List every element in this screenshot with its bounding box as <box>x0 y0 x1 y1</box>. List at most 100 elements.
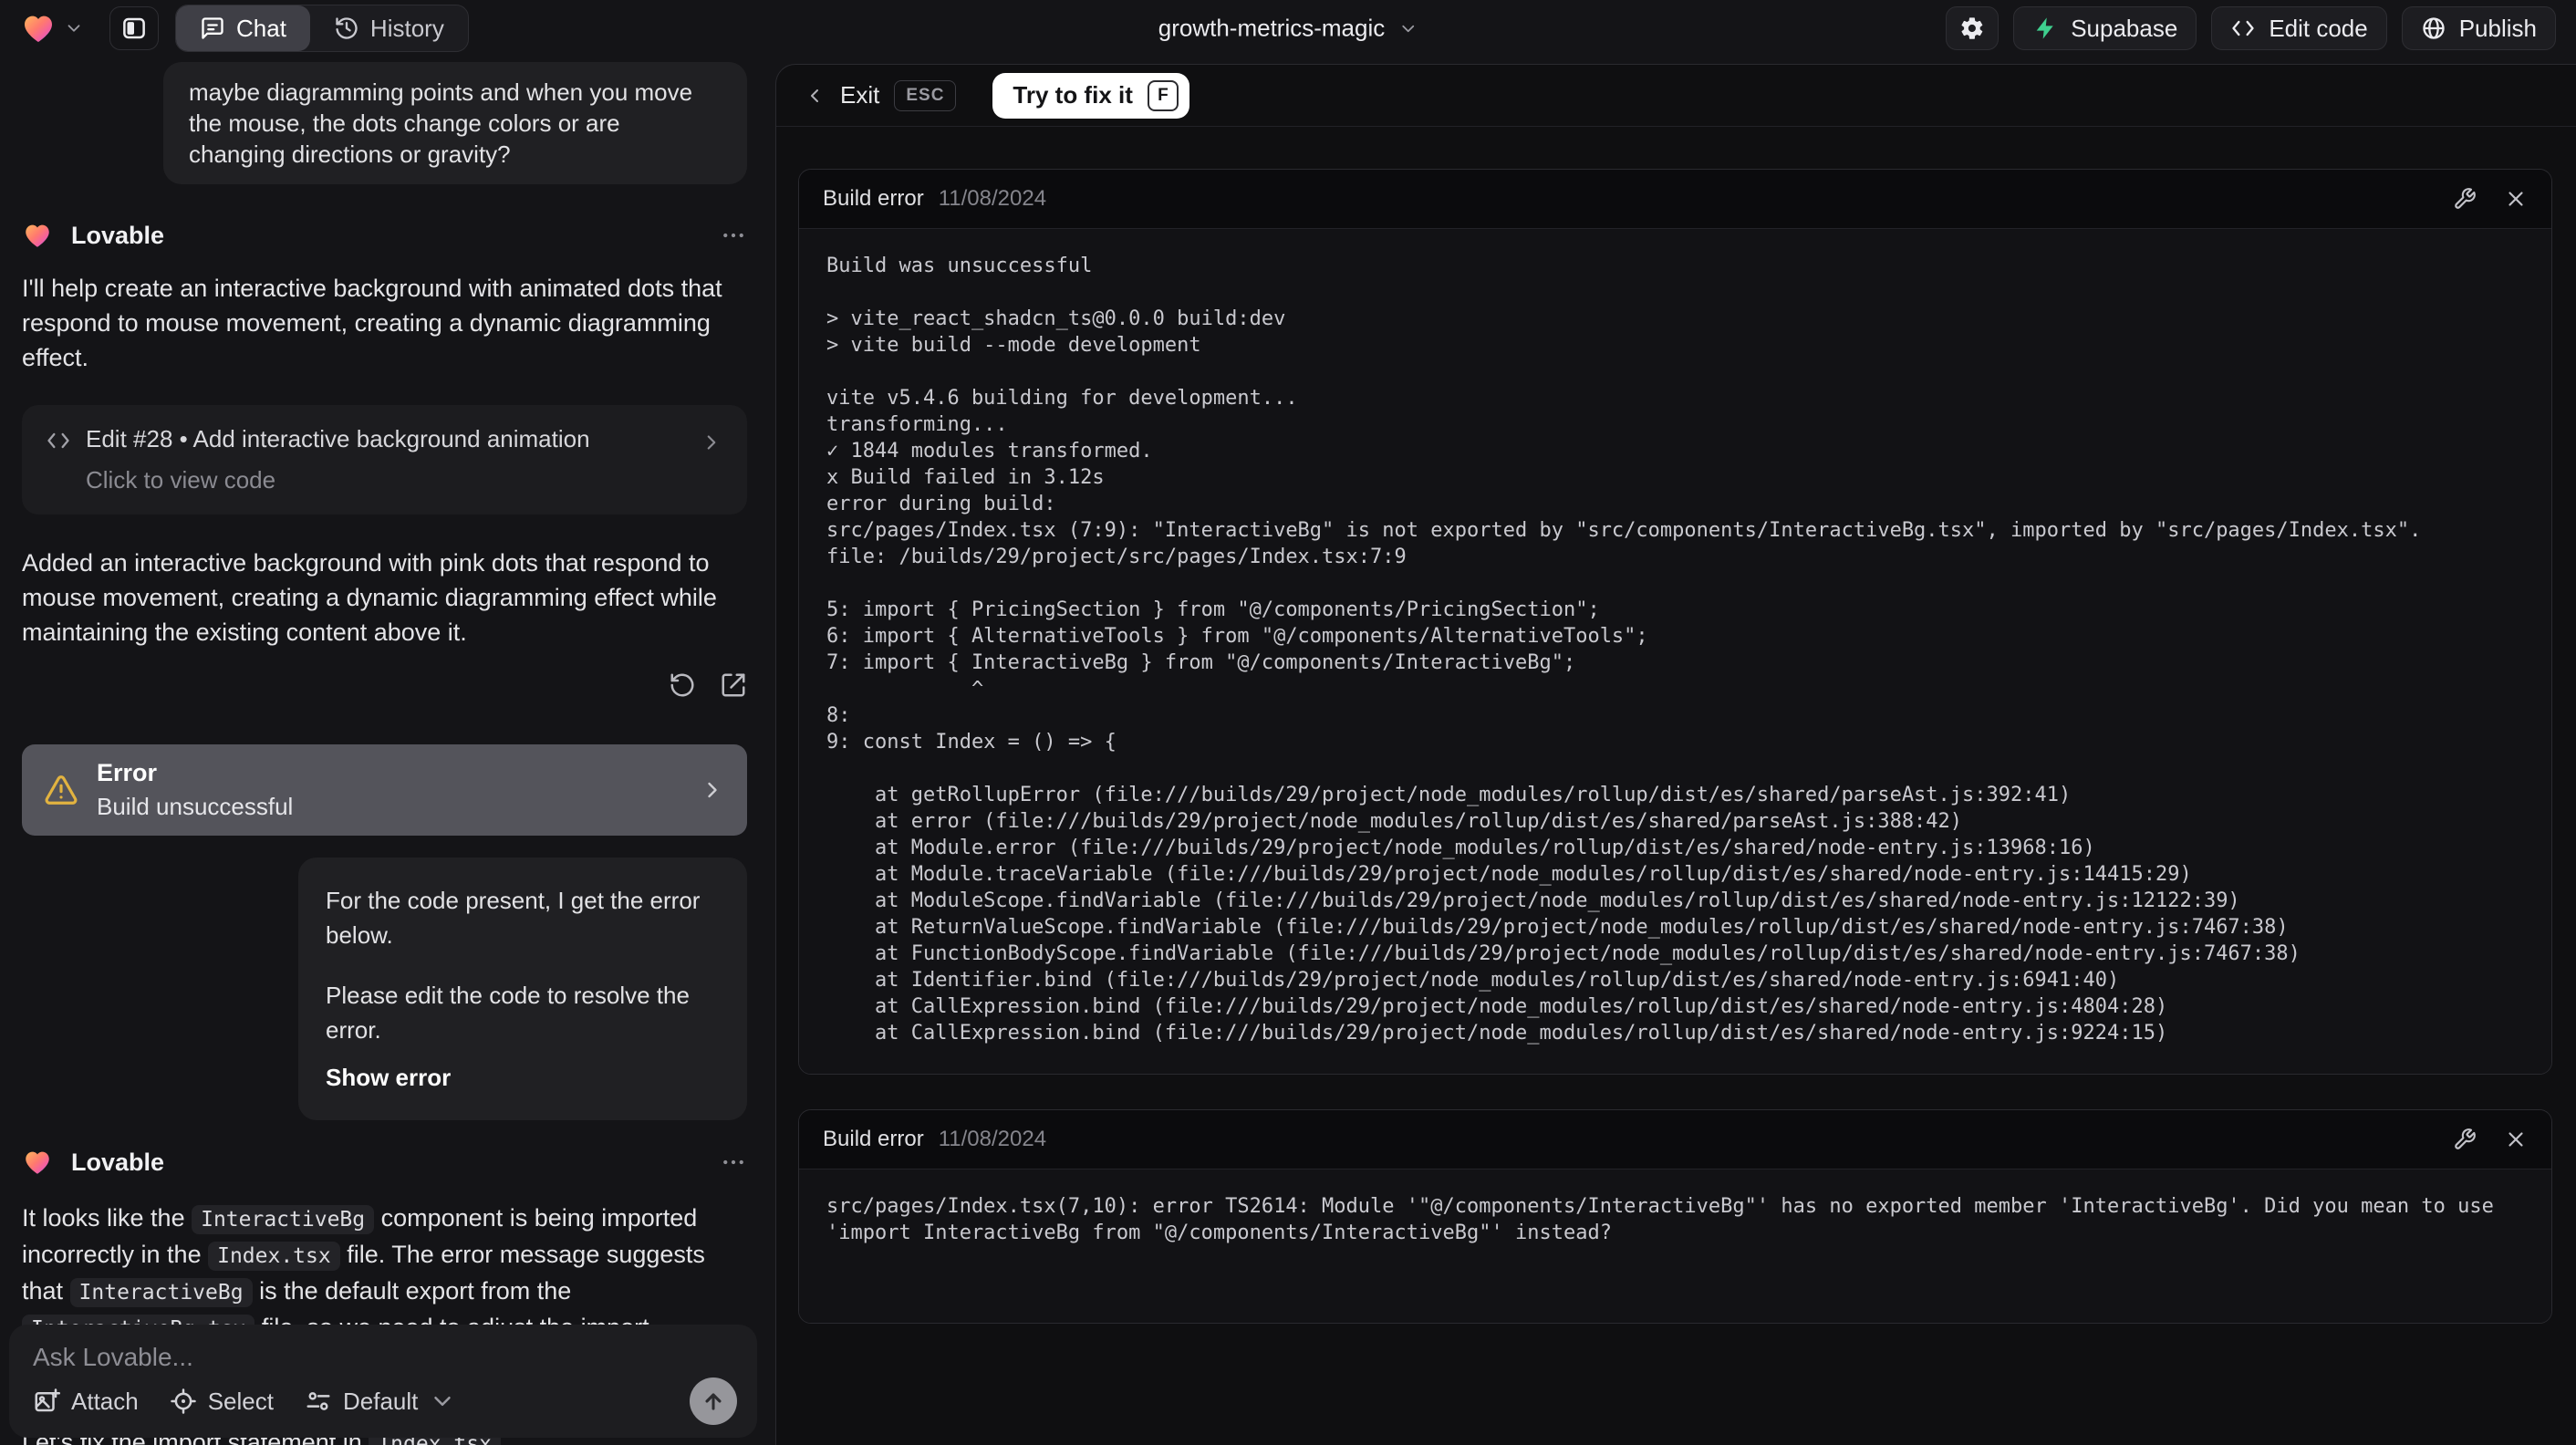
supabase-button[interactable]: Supabase <box>2013 6 2197 50</box>
attach-image-icon <box>33 1388 60 1415</box>
chevron-down-icon <box>64 18 84 38</box>
open-preview-icon[interactable] <box>720 671 747 699</box>
build-log-text: src/pages/Index.tsx(7,10): error TS2614:… <box>826 1195 2507 1244</box>
inline-code: InteractiveBg <box>192 1205 375 1234</box>
assistant-name: Lovable <box>71 1148 165 1176</box>
edit-card-content: Edit #28 • Add interactive background an… <box>86 425 700 494</box>
esc-key-badge: ESC <box>894 79 957 111</box>
edit-card-28[interactable]: Edit #28 • Add interactive background an… <box>22 405 747 515</box>
sliders-icon <box>305 1388 332 1415</box>
user-message-line: Please edit the code to resolve the erro… <box>326 982 690 1044</box>
code-brackets-icon <box>46 428 71 453</box>
message-actions <box>22 671 747 699</box>
publish-label: Publish <box>2458 14 2537 42</box>
settings-button[interactable] <box>1946 6 2000 50</box>
edit-code-button[interactable]: Edit code <box>2211 6 2387 50</box>
error-title: Error <box>97 759 158 786</box>
restore-icon[interactable] <box>669 671 696 699</box>
inline-code: Index.tsx <box>208 1242 340 1271</box>
build-error-log[interactable]: src/pages/Index.tsx(7,10): error TS2614:… <box>799 1170 2551 1323</box>
build-error-title: Build error <box>823 1127 924 1151</box>
tab-chat-label: Chat <box>236 14 286 42</box>
tab-history-label: History <box>369 14 444 42</box>
build-error-card[interactable]: Error Build unsuccessful <box>22 744 747 836</box>
build-error-panel-1: Build error 11/08/2024 Build was unsucce… <box>798 169 2552 1075</box>
chat-bubble-icon <box>200 16 225 41</box>
model-label: Default <box>342 1387 419 1415</box>
chevron-right-icon <box>700 431 723 454</box>
build-error-date: 11/08/2024 <box>938 186 1047 211</box>
user-message-line: For the code present, I get the error be… <box>326 887 701 949</box>
topbar: Chat History growth-metrics-magic Supaba… <box>0 0 2576 57</box>
f-key-badge: F <box>1147 79 1179 111</box>
show-error-link[interactable]: Show error <box>326 1060 720 1095</box>
build-error-header: Build error 11/08/2024 <box>799 1110 2551 1170</box>
assistant-header: Lovable <box>22 1147 747 1178</box>
try-fix-label: Try to fix it <box>1013 81 1133 109</box>
tab-history[interactable]: History <box>310 5 468 51</box>
project-switcher[interactable]: growth-metrics-magic <box>1158 15 1418 43</box>
history-icon <box>334 16 359 41</box>
target-icon <box>170 1388 197 1415</box>
build-error-panel-2: Build error 11/08/2024 src/pages/Index.t… <box>798 1109 2552 1324</box>
sidebar-panel-icon <box>120 15 148 42</box>
arrow-up-icon <box>701 1388 726 1414</box>
supabase-bolt-icon <box>2032 16 2058 41</box>
select-button[interactable]: Select <box>170 1388 274 1416</box>
build-error-actions <box>2453 187 2528 211</box>
chevron-left-icon <box>804 85 826 107</box>
lovable-logo-menu[interactable] <box>20 10 84 47</box>
tab-chat[interactable]: Chat <box>176 5 310 51</box>
build-error-list: Build error 11/08/2024 Build was unsucce… <box>776 127 2576 1324</box>
composer-actions: Attach Select Default <box>33 1377 737 1425</box>
chat-input[interactable]: Ask Lovable... <box>33 1343 737 1372</box>
wrench-icon[interactable] <box>2453 1128 2477 1151</box>
attach-label: Attach <box>71 1387 139 1415</box>
chat-scroll-area[interactable]: maybe diagramming points and when you mo… <box>0 57 763 1445</box>
warning-triangle-icon <box>44 773 78 807</box>
chevron-right-icon <box>700 777 725 803</box>
supabase-label: Supabase <box>2071 14 2178 42</box>
more-options-icon[interactable] <box>720 1149 747 1176</box>
edit-card-subtitle: Click to view code <box>86 466 276 494</box>
chevron-down-icon <box>1397 18 1418 38</box>
assistant-header: Lovable <box>22 220 747 251</box>
more-options-icon[interactable] <box>720 222 747 249</box>
topbar-actions: Supabase Edit code Publish <box>1946 6 2556 50</box>
lovable-heart-icon <box>22 1147 53 1178</box>
model-selector[interactable]: Default <box>305 1388 456 1416</box>
build-log-text: Build was unsuccessful > vite_react_shad… <box>826 255 2422 1045</box>
assistant-message: I'll help create an interactive backgrou… <box>22 275 722 371</box>
edit-code-label: Edit code <box>2269 14 2368 42</box>
build-error-actions <box>2453 1128 2528 1151</box>
gear-icon <box>1959 16 1985 41</box>
chat-composer[interactable]: Ask Lovable... Attach Select Default <box>9 1325 757 1438</box>
lovable-heart-icon <box>22 220 53 251</box>
error-subtitle: Build unsuccessful <box>97 793 294 820</box>
try-to-fix-button[interactable]: Try to fix it F <box>992 72 1189 119</box>
wrench-icon[interactable] <box>2453 187 2477 211</box>
build-error-title: Build error <box>823 186 924 211</box>
close-icon[interactable] <box>2504 187 2528 211</box>
send-button[interactable] <box>690 1377 737 1425</box>
exit-label: Exit <box>840 81 880 109</box>
exit-button[interactable]: Exit ESC <box>804 79 957 111</box>
user-message-wrap: For the code present, I get the error be… <box>22 858 747 1120</box>
publish-button[interactable]: Publish <box>2401 6 2556 50</box>
user-message: maybe diagramming points and when you mo… <box>163 62 747 184</box>
edit-card-title: Edit #28 • Add interactive background an… <box>86 425 590 452</box>
close-icon[interactable] <box>2504 1128 2528 1151</box>
error-fix-panel: Exit ESC Try to fix it F Build error 11/… <box>775 64 2576 1445</box>
user-message: For the code present, I get the error be… <box>298 858 747 1120</box>
build-error-log[interactable]: Build was unsuccessful > vite_react_shad… <box>799 229 2551 1074</box>
attach-button[interactable]: Attach <box>33 1388 139 1416</box>
select-label: Select <box>207 1387 274 1415</box>
error-card-content: Error Build unsuccessful <box>97 759 681 821</box>
project-name: growth-metrics-magic <box>1158 14 1386 42</box>
fix-panel-header: Exit ESC Try to fix it F <box>776 65 2576 127</box>
chat-history-tabs: Chat History <box>175 5 469 52</box>
build-error-date: 11/08/2024 <box>938 1127 1047 1151</box>
lovable-heart-icon <box>20 10 57 47</box>
toggle-sidebar-button[interactable] <box>109 6 159 50</box>
code-brackets-icon <box>2230 16 2256 41</box>
